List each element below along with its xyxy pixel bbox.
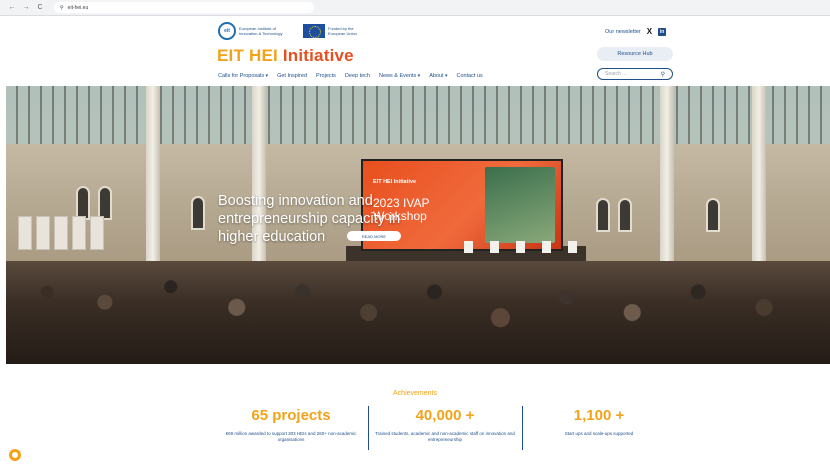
hero-banner: EIT HEI Initiative 2023 IVAP Workshop Bo… (6, 86, 830, 364)
site-title-part2: Initiative (282, 46, 354, 65)
nav-news-events[interactable]: News & Events (379, 73, 420, 79)
eu-logo: Funded by the European Union (303, 24, 368, 38)
newsletter-link[interactable]: Our newsletter (605, 29, 641, 35)
main-navigation: Calls for Proposals Get Inspired Project… (218, 73, 483, 79)
stat-description: Trained students, academic and non-acade… (375, 431, 515, 442)
hero-chair (542, 241, 551, 253)
site-info-icon[interactable]: ⚲ (60, 5, 64, 11)
hero-poster (18, 216, 32, 250)
eu-logo-text: Funded by the European Union (328, 26, 357, 36)
linkedin-icon[interactable]: in (658, 27, 667, 36)
stat-number: 40,000 + (415, 407, 475, 424)
nav-projects[interactable]: Projects (316, 73, 336, 79)
hero-window (191, 196, 205, 230)
nav-calls-for-proposals[interactable]: Calls for Proposals (218, 73, 268, 79)
site-title[interactable]: EIT HEI Initiative (217, 46, 354, 66)
hero-chair (464, 241, 473, 253)
header-social: Our newsletter X in (605, 27, 667, 36)
stat-projects: 65 projects €69 million awarded to suppo… (216, 407, 366, 443)
hero-ceiling (6, 86, 830, 144)
stat-number: 65 projects (251, 407, 331, 424)
site-header: eit European Institute of Innovation & T… (0, 16, 830, 86)
search-placeholder: Search ... (605, 71, 627, 77)
hero-read-more-button[interactable]: READ MORE (347, 231, 401, 241)
stat-divider (368, 406, 369, 450)
achievements-title: Achievements (393, 390, 437, 397)
hero-poster (90, 216, 104, 250)
url-text: eit-hei.eu (67, 4, 89, 11)
back-icon[interactable]: ← (8, 4, 16, 11)
stat-startups: 1,100 + Start ups and scale-ups supporte… (524, 407, 674, 437)
forward-icon[interactable]: → (22, 4, 30, 11)
nav-about[interactable]: About (429, 73, 447, 79)
hero-window (618, 198, 632, 232)
resource-hub-button[interactable]: Resource Hub (597, 47, 673, 61)
stat-trained: 40,000 + Trained students, academic and … (370, 407, 520, 443)
eit-logo[interactable]: eit European Institute of Innovation & T… (218, 22, 289, 40)
search-input[interactable]: Search ... ⚲ (597, 68, 673, 80)
cookie-settings-icon[interactable] (9, 449, 21, 461)
browser-toolbar: ← → C ⚲ eit-hei.eu (0, 0, 830, 16)
eit-logo-text: European Institute of Innovation & Techn… (239, 26, 283, 36)
eit-logo-icon: eit (218, 22, 236, 40)
hero-window (706, 198, 720, 232)
hero-poster (36, 216, 50, 250)
x-icon[interactable]: X (647, 27, 652, 36)
nav-contact-us[interactable]: Contact us (456, 73, 482, 79)
nav-deep-tech[interactable]: Deep tech (345, 73, 370, 79)
hero-poster (72, 216, 86, 250)
hero-window (76, 186, 90, 220)
nav-get-inspired[interactable]: Get Inspired (277, 73, 307, 79)
hero-chair (516, 241, 525, 253)
hero-poster (54, 216, 68, 250)
stat-number: 1,100 + (573, 407, 625, 424)
reload-icon[interactable]: C (36, 4, 44, 11)
hero-audience (6, 261, 830, 364)
site-title-part1: EIT HEI (217, 46, 283, 65)
hero-window (596, 198, 610, 232)
hero-window (98, 186, 112, 220)
search-icon[interactable]: ⚲ (661, 71, 665, 78)
stat-divider (522, 406, 523, 450)
screen-title: EIT HEI Initiative (373, 179, 417, 185)
screen-photo (485, 167, 555, 243)
address-bar[interactable]: ⚲ eit-hei.eu (54, 2, 314, 13)
achievements-section: Achievements 65 projects €69 million awa… (0, 364, 830, 467)
hero-chair (490, 241, 499, 253)
stat-description: Start ups and scale-ups supported (564, 431, 634, 436)
partner-logos: eit European Institute of Innovation & T… (218, 22, 368, 40)
eu-flag-icon (303, 24, 325, 38)
hero-chair (568, 241, 577, 253)
stat-description: €69 million awarded to support 303 HEIs … (225, 431, 357, 442)
